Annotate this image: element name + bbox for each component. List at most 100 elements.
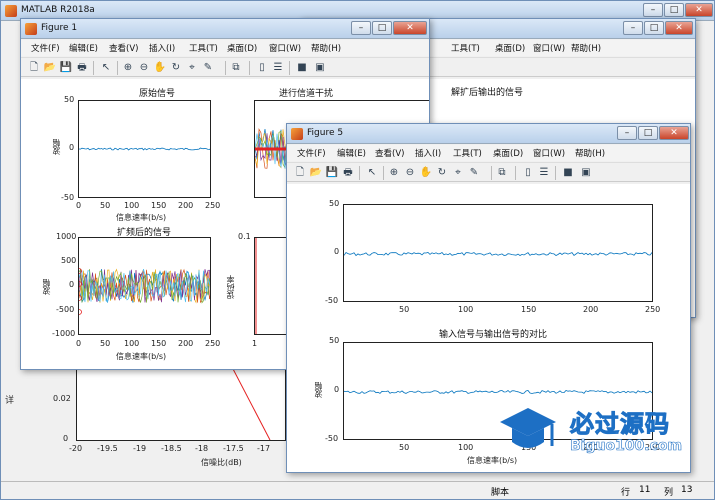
- print-icon[interactable]: 🖶: [75, 61, 89, 74]
- bg-xtick-1: -19.5: [97, 444, 118, 453]
- back-minimize-button[interactable]: –: [623, 21, 643, 35]
- fig1-menu-insert[interactable]: 插入(I): [149, 42, 175, 54]
- f5top-ytick-1: 0: [334, 247, 340, 256]
- open-file-icon[interactable]: 📂: [43, 61, 57, 74]
- figure5-title: Figure 5: [307, 128, 344, 138]
- p1-xtick-2: 100: [124, 201, 140, 210]
- figure1-title: Figure 1: [41, 23, 78, 33]
- fig5-close-button[interactable]: ✕: [659, 126, 689, 140]
- zoom-out-icon[interactable]: ⊖: [137, 61, 151, 74]
- fig1-minimize-button[interactable]: –: [351, 21, 371, 35]
- p1-title: 原始信号: [139, 89, 176, 99]
- open-file-icon[interactable]: 📂: [309, 166, 323, 179]
- back-close-button[interactable]: ✕: [665, 21, 693, 35]
- pan-icon[interactable]: ✋: [153, 61, 167, 74]
- show-plot-tools-icon[interactable]: ▣: [579, 166, 593, 179]
- back-menu-window[interactable]: 窗口(W): [533, 42, 565, 54]
- brush-icon[interactable]: ✎: [201, 61, 215, 74]
- toolbar-separator: [289, 61, 290, 75]
- bg-snr-axes: [76, 361, 286, 441]
- p1-ytick-1: 0: [69, 143, 75, 152]
- save-icon[interactable]: 💾: [59, 61, 73, 74]
- colorbar-icon[interactable]: ▯: [521, 166, 535, 179]
- zoom-in-icon[interactable]: ⊕: [121, 61, 135, 74]
- save-icon[interactable]: 💾: [325, 166, 339, 179]
- fig1-menu-edit[interactable]: 编辑(E): [69, 42, 98, 54]
- fig1-maximize-button[interactable]: □: [372, 21, 392, 35]
- p3-xtick-0: 0: [76, 339, 82, 348]
- toolbar-separator: [555, 166, 556, 180]
- brush-icon[interactable]: ✎: [467, 166, 481, 179]
- bg-xtick-0: -20: [69, 444, 83, 453]
- fig5-menu-view[interactable]: 查看(V): [375, 147, 404, 159]
- link-plot-icon[interactable]: ⧉: [229, 61, 243, 74]
- fig1-menu-help[interactable]: 帮助(H): [311, 42, 341, 54]
- print-icon[interactable]: 🖶: [341, 166, 355, 179]
- back-plot-title: 解扩后输出的信号: [451, 88, 524, 98]
- p1-ytick-0: 50: [64, 95, 75, 104]
- fig5-menu-desktop[interactable]: 桌面(D): [493, 147, 523, 159]
- matlab-left-tab[interactable]: 详: [5, 393, 14, 406]
- link-plot-icon[interactable]: ⧉: [495, 166, 509, 179]
- zoom-out-icon[interactable]: ⊖: [403, 166, 417, 179]
- fig1-menu-view[interactable]: 查看(V): [109, 42, 138, 54]
- f5top-xtick-1: 100: [458, 305, 474, 314]
- fig5-menu-file[interactable]: 文件(F): [297, 147, 326, 159]
- maximize-button[interactable]: □: [664, 3, 684, 17]
- colorbar-icon[interactable]: ▯: [255, 61, 269, 74]
- pointer-icon[interactable]: ↖: [365, 166, 379, 179]
- fig5-menubar: 文件(F) 编辑(E) 查看(V) 插入(I) 工具(T) 桌面(D) 窗口(W…: [287, 145, 690, 161]
- new-figure-icon[interactable]: 🗋: [293, 166, 307, 179]
- pan-icon[interactable]: ✋: [419, 166, 433, 179]
- hide-plot-tools-icon[interactable]: ■: [295, 61, 309, 74]
- fig5-menu-window[interactable]: 窗口(W): [533, 147, 565, 159]
- rotate-icon[interactable]: ↻: [435, 166, 449, 179]
- p3-signal: [79, 268, 210, 315]
- minimize-button[interactable]: –: [643, 3, 663, 17]
- pointer-icon[interactable]: ↖: [99, 61, 113, 74]
- show-plot-tools-icon[interactable]: ▣: [313, 61, 327, 74]
- new-figure-icon[interactable]: 🗋: [27, 61, 41, 74]
- back-menu-desktop[interactable]: 桌面(D): [495, 42, 525, 54]
- fig5-menu-tools[interactable]: 工具(T): [453, 147, 482, 159]
- p1-xlabel: 信息速率(b/s): [116, 213, 167, 222]
- bg-xtick-3: -18.5: [161, 444, 182, 453]
- p3-ytick-3: -500: [56, 305, 75, 314]
- fig1-close-button[interactable]: ✕: [393, 21, 427, 35]
- back-menu-help[interactable]: 帮助(H): [571, 42, 601, 54]
- status-row: 11: [639, 485, 651, 495]
- data-cursor-icon[interactable]: ⌖: [185, 61, 199, 74]
- fig1-menu-desktop[interactable]: 桌面(D): [227, 42, 257, 54]
- watermark-url: Biguo100.com: [570, 438, 683, 455]
- data-cursor-icon[interactable]: ⌖: [451, 166, 465, 179]
- toolbar-separator: [249, 61, 250, 75]
- legend-icon[interactable]: ☰: [537, 166, 551, 179]
- hide-plot-tools-icon[interactable]: ■: [561, 166, 575, 179]
- p3-ytick-2: 0: [69, 280, 75, 289]
- close-button[interactable]: ✕: [685, 3, 713, 17]
- fig5-menu-insert[interactable]: 插入(I): [415, 147, 441, 159]
- bg-xtick-6: -17: [257, 444, 271, 453]
- fig5-menu-help[interactable]: 帮助(H): [575, 147, 605, 159]
- zoom-in-icon[interactable]: ⊕: [387, 166, 401, 179]
- toolbar-separator: [117, 61, 118, 75]
- bg-snr-curve: [231, 366, 271, 440]
- p3-ylabel: 波幅: [42, 279, 51, 295]
- back-maximize-button[interactable]: □: [644, 21, 664, 35]
- fig1-menu-window[interactable]: 窗口(W): [269, 42, 301, 54]
- legend-icon[interactable]: ☰: [271, 61, 285, 74]
- f5bot-xtick-1: 100: [458, 443, 474, 452]
- figure1-icon: [25, 23, 37, 35]
- p4-xtick-0: 1: [252, 339, 258, 348]
- back-menu-tools[interactable]: 工具(T): [451, 42, 480, 54]
- fig5-menu-edit[interactable]: 编辑(E): [337, 147, 366, 159]
- bg-ytick-0: 0.02: [53, 394, 71, 403]
- f5bot-ytick-0: 50: [329, 336, 340, 345]
- rotate-icon[interactable]: ↻: [169, 61, 183, 74]
- f5-top-signal: [344, 251, 652, 257]
- f5top-xtick-4: 250: [645, 305, 661, 314]
- fig5-maximize-button[interactable]: □: [638, 126, 658, 140]
- fig5-minimize-button[interactable]: –: [617, 126, 637, 140]
- fig1-menu-file[interactable]: 文件(F): [31, 42, 60, 54]
- fig1-menu-tools[interactable]: 工具(T): [189, 42, 218, 54]
